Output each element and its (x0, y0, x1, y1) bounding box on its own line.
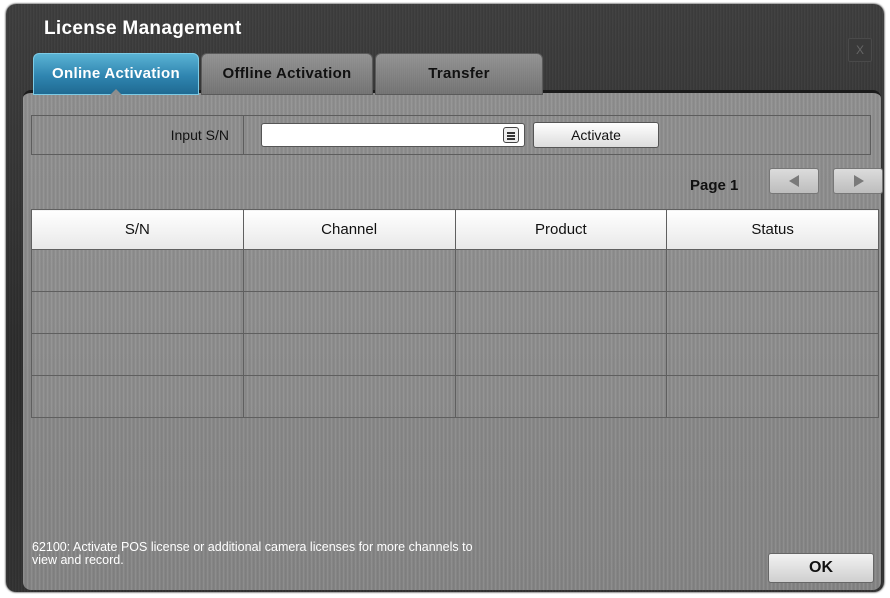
next-page-button[interactable] (833, 168, 883, 194)
table-cell (31, 291, 244, 334)
close-button[interactable]: X (848, 38, 872, 62)
table-cell (31, 249, 244, 292)
tab-online-activation[interactable]: Online Activation (33, 53, 199, 95)
arrow-right-icon (854, 175, 864, 187)
table-cell (454, 333, 668, 376)
previous-page-button[interactable] (769, 168, 819, 194)
table-cell (666, 333, 879, 376)
table-cell (31, 333, 244, 376)
close-icon: X (855, 43, 864, 57)
table-cell (242, 333, 456, 376)
table-row[interactable] (31, 249, 879, 292)
column-header-status[interactable]: Status (666, 209, 879, 250)
column-header-channel[interactable]: Channel (242, 209, 456, 250)
activate-button[interactable]: Activate (533, 122, 659, 148)
column-header-product[interactable]: Product (454, 209, 668, 250)
table-cell (242, 375, 456, 418)
table-cell (454, 291, 668, 334)
info-message: 62100: Activate POS license or additiona… (32, 540, 473, 567)
table-row[interactable] (31, 375, 879, 418)
online-activation-panel: Input S/N Activate Page 1 S/N Channel Pr… (23, 90, 883, 590)
sn-input-row: Input S/N Activate (31, 115, 871, 155)
dialog-title: License Management (44, 18, 242, 39)
table-cell (242, 291, 456, 334)
table-cell (666, 291, 879, 334)
table-cell (454, 249, 668, 292)
page-indicator: Page 1 (690, 177, 739, 194)
table-header-row: S/N Channel Product Status (31, 209, 879, 250)
input-sn-label: Input S/N (32, 116, 244, 154)
table-cell (454, 375, 668, 418)
arrow-left-icon (789, 175, 799, 187)
table-row[interactable] (31, 333, 879, 376)
table-cell (666, 249, 879, 292)
license-management-dialog: License Management X Online Activation O… (6, 4, 884, 592)
tab-transfer[interactable]: Transfer (375, 53, 543, 95)
table-cell (242, 249, 456, 292)
column-header-sn[interactable]: S/N (31, 209, 244, 250)
sn-input[interactable] (261, 123, 525, 147)
ok-button[interactable]: OK (768, 553, 874, 583)
license-table: S/N Channel Product Status (31, 209, 879, 418)
table-row[interactable] (31, 291, 879, 334)
keyboard-icon[interactable] (503, 127, 519, 143)
table-cell (31, 375, 244, 418)
tab-offline-activation[interactable]: Offline Activation (201, 53, 373, 95)
table-cell (666, 375, 879, 418)
